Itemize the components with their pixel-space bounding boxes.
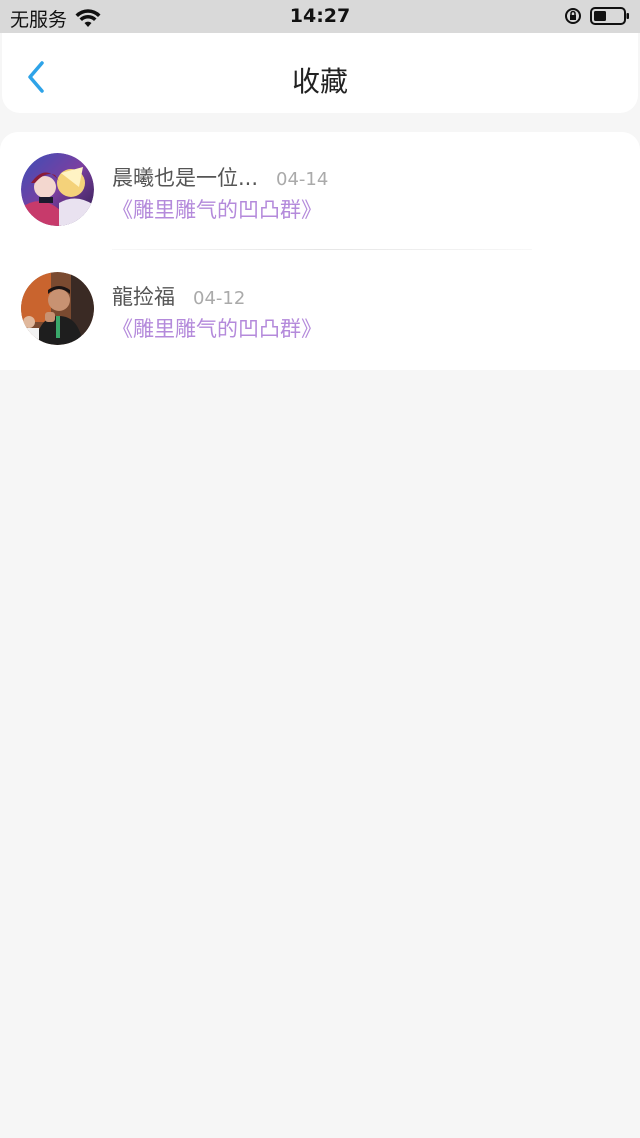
list-item[interactable]: 晨曦也是一位... 04-14 《雕里雕气的凹凸群》	[0, 132, 640, 250]
group-name[interactable]: 《雕里雕气的凹凸群》	[112, 194, 322, 224]
status-time: 14:27	[289, 5, 351, 27]
date-label: 04-12	[193, 288, 246, 309]
battery-icon	[590, 7, 629, 25]
name-line: 龍捡福 04-12	[112, 281, 245, 311]
status-bar: 无服务 14:27	[0, 0, 640, 33]
page-title: 收藏	[291, 65, 348, 98]
avatar	[21, 272, 94, 345]
nav-bar: 收藏	[2, 33, 638, 113]
list-item[interactable]: 龍捡福 04-12 《雕里雕气的凹凸群》	[0, 251, 640, 369]
name-line: 晨曦也是一位... 04-14	[112, 162, 328, 192]
group-name[interactable]: 《雕里雕气的凹凸群》	[112, 313, 322, 343]
rotation-lock-icon	[565, 8, 581, 24]
date-label: 04-14	[276, 169, 329, 190]
avatar	[21, 153, 94, 226]
user-name: 龍捡福	[112, 285, 175, 309]
favorites-list: 晨曦也是一位... 04-14 《雕里雕气的凹凸群》 龍捡福 04-12 《雕里…	[0, 132, 640, 370]
user-name: 晨曦也是一位...	[112, 166, 259, 190]
divider	[112, 249, 532, 250]
status-right	[564, 6, 630, 26]
